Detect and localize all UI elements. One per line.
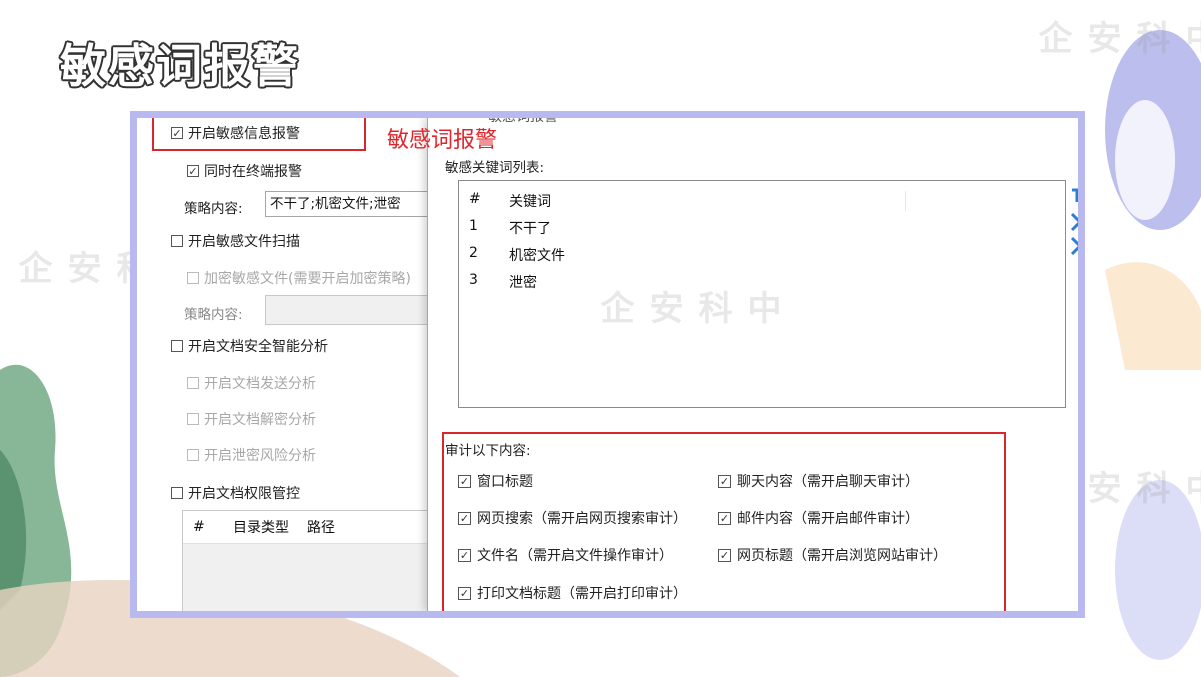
doc-send-analysis-checkbox[interactable] (187, 377, 199, 389)
blue-logo-decoration-bottom (1115, 480, 1201, 660)
audit-web-title[interactable]: ✓ 网页标题（需开启浏览网站审计） (718, 545, 947, 565)
slide-title: 敏感词报警 (60, 39, 300, 93)
doc-decrypt-analysis-checkbox[interactable] (187, 413, 199, 425)
audit-label: 审计以下内容: (445, 443, 531, 459)
policy-content-label-2: 策略内容: (184, 307, 243, 323)
audit-print-title-checkbox[interactable]: ✓ (458, 586, 471, 600)
enable-alert-option[interactable]: ✓ 开启敏感信息报警 (171, 123, 300, 143)
column-header-num[interactable]: # (183, 519, 223, 535)
leak-risk-analysis-label: 开启泄密风险分析 (204, 448, 316, 464)
audit-window-title[interactable]: ✓ 窗口标题 (458, 471, 533, 491)
enable-permission-option[interactable]: 开启文档权限管控 (171, 483, 300, 503)
policy-content-field-2[interactable] (265, 295, 435, 325)
keyword-row[interactable]: 1 不干了 (459, 218, 729, 238)
audit-web-search-checkbox[interactable]: ✓ (458, 511, 471, 525)
chevron-right-icon (1070, 188, 1078, 256)
policy-content-label: 策略内容: (184, 201, 243, 217)
leak-risk-analysis-option[interactable]: 开启泄密风险分析 (187, 445, 316, 465)
keyword-row[interactable]: 2 机密文件 (459, 245, 729, 265)
sensitive-word-dialog: 敏感词报警 敏感关键词列表: # 关键词 1 不干了 2 机密文件 3 泄密 审… (427, 118, 1078, 611)
keyword-row-word: 泄密 (509, 275, 537, 291)
keyword-header-num[interactable]: # (459, 191, 499, 211)
keyword-list-label: 敏感关键词列表: (445, 160, 545, 176)
audit-web-title-label: 网页标题（需开启浏览网站审计） (737, 548, 947, 564)
blue-logo-decoration (1105, 30, 1201, 370)
keyword-row-num: 2 (469, 245, 478, 261)
audit-window-title-checkbox[interactable]: ✓ (458, 474, 471, 488)
dialog-title-partial: 敏感词报警 (488, 111, 558, 125)
keyword-list-header: # 关键词 (459, 191, 906, 211)
encrypt-sensitive-checkbox[interactable] (187, 272, 199, 284)
keyword-list[interactable]: # 关键词 1 不干了 2 机密文件 3 泄密 (458, 180, 1066, 408)
policy-settings-panel: ✓ 开启敏感信息报警 ✓ 同时在终端报警 策略内容: 不干了;机密文件;泄密 开… (137, 118, 442, 611)
audit-web-search[interactable]: ✓ 网页搜索（需开启网页搜索审计） (458, 508, 687, 528)
doc-decrypt-analysis-option[interactable]: 开启文档解密分析 (187, 409, 316, 429)
column-header-dir-type[interactable]: 目录类型 (223, 517, 297, 537)
terminal-alert-label: 同时在终端报警 (204, 164, 302, 180)
keyword-row[interactable]: 3 泄密 (459, 272, 729, 292)
enable-scan-label: 开启敏感文件扫描 (188, 234, 300, 250)
enable-doc-analysis-label: 开启文档安全智能分析 (188, 339, 328, 355)
enable-permission-label: 开启文档权限管控 (188, 486, 300, 502)
audit-web-search-label: 网页搜索（需开启网页搜索审计） (477, 511, 687, 527)
screenshot-frame: ✓ 开启敏感信息报警 ✓ 同时在终端报警 策略内容: 不干了;机密文件;泄密 开… (130, 111, 1085, 618)
terminal-alert-option[interactable]: ✓ 同时在终端报警 (187, 161, 302, 181)
doc-decrypt-analysis-label: 开启文档解密分析 (204, 412, 316, 428)
leak-risk-analysis-checkbox[interactable] (187, 449, 199, 461)
enable-doc-analysis-checkbox[interactable] (171, 340, 183, 352)
audit-email-content[interactable]: ✓ 邮件内容（需开启邮件审计） (718, 508, 919, 528)
column-header-path[interactable]: 路径 (297, 517, 335, 537)
audit-web-title-checkbox[interactable]: ✓ (718, 548, 731, 562)
audit-window-title-label: 窗口标题 (477, 474, 533, 490)
keyword-row-word: 不干了 (509, 221, 551, 237)
enable-alert-label: 开启敏感信息报警 (188, 126, 300, 142)
enable-scan-option[interactable]: 开启敏感文件扫描 (171, 231, 300, 251)
doc-send-analysis-label: 开启文档发送分析 (204, 376, 316, 392)
encrypt-sensitive-label: 加密敏感文件(需要开启加密策略) (204, 271, 411, 287)
alert-callout: 敏感词报警 (387, 128, 498, 153)
audit-chat-content-label: 聊天内容（需开启聊天审计） (737, 474, 919, 490)
encrypt-sensitive-option[interactable]: 加密敏感文件(需要开启加密策略) (187, 268, 411, 288)
keyword-header-word[interactable]: 关键词 (499, 191, 906, 211)
audit-file-name-label: 文件名（需开启文件操作审计） (477, 548, 673, 564)
enable-scan-checkbox[interactable] (171, 235, 183, 247)
audit-print-title[interactable]: ✓ 打印文档标题（需开启打印审计） (458, 583, 687, 603)
enable-permission-checkbox[interactable] (171, 487, 183, 499)
permission-table: # 目录类型 路径 (182, 510, 442, 611)
permission-table-header: # 目录类型 路径 (183, 511, 441, 544)
enable-doc-analysis-option[interactable]: 开启文档安全智能分析 (171, 336, 328, 356)
doc-send-analysis-option[interactable]: 开启文档发送分析 (187, 373, 316, 393)
audit-file-name-checkbox[interactable]: ✓ (458, 548, 471, 562)
audit-print-title-label: 打印文档标题（需开启打印审计） (477, 586, 687, 602)
audit-email-content-label: 邮件内容（需开启邮件审计） (737, 511, 919, 527)
keyword-row-word: 机密文件 (509, 248, 565, 264)
audit-file-name[interactable]: ✓ 文件名（需开启文件操作审计） (458, 545, 673, 565)
audit-chat-content-checkbox[interactable]: ✓ (718, 474, 731, 488)
policy-content-field[interactable]: 不干了;机密文件;泄密 (265, 191, 435, 217)
keyword-row-num: 1 (469, 218, 478, 234)
keyword-row-num: 3 (469, 272, 478, 288)
audit-chat-content[interactable]: ✓ 聊天内容（需开启聊天审计） (718, 471, 919, 491)
enable-alert-checkbox[interactable]: ✓ (171, 127, 183, 139)
audit-email-content-checkbox[interactable]: ✓ (718, 511, 731, 525)
terminal-alert-checkbox[interactable]: ✓ (187, 165, 199, 177)
